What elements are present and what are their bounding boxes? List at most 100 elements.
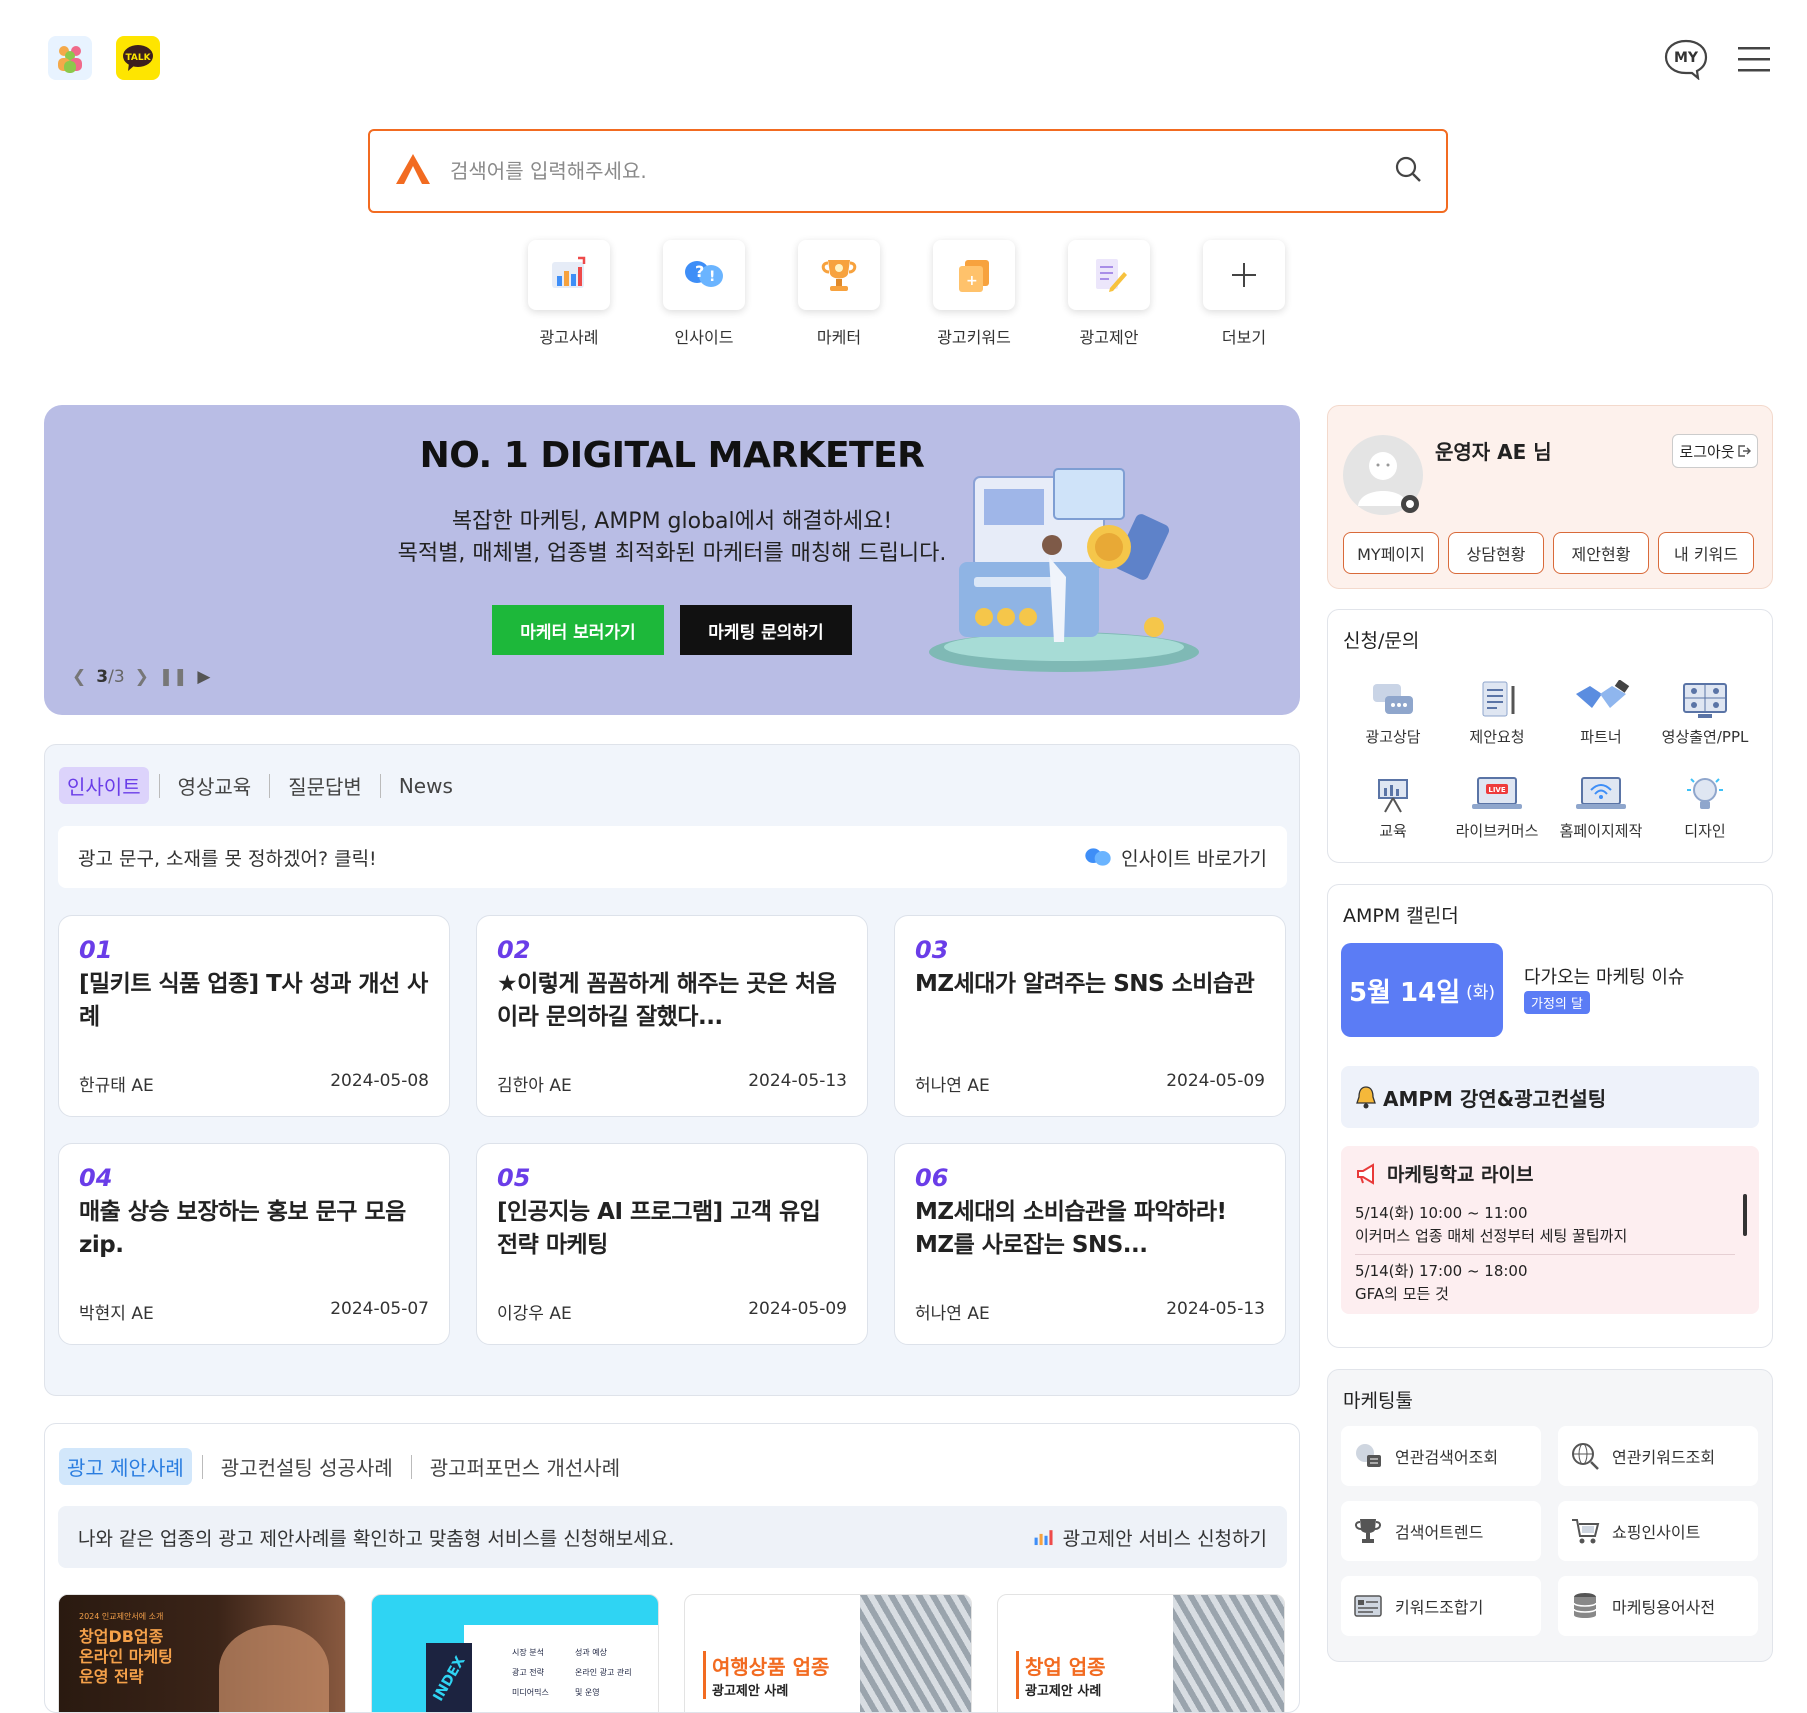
tool-label: 연관검색어조회	[1395, 1448, 1499, 1467]
quick-label: 광고사례	[539, 328, 599, 347]
apply-item-design[interactable]: 디자인	[1655, 774, 1755, 841]
apply-item-video-ppl[interactable]: 영상출연/PPL	[1655, 680, 1755, 747]
chevron-right-icon[interactable]: ❯	[135, 667, 149, 687]
tool-shopping-insight[interactable]: 쇼핑인사이트	[1558, 1501, 1758, 1561]
insight-card[interactable]: 01 [밀키트 식품 업종] T사 성과 개선 사례 한규태 AE 2024-05…	[58, 915, 450, 1117]
index-item: 성과 예상	[575, 1648, 607, 1657]
index-item: 미디어믹스	[512, 1688, 549, 1697]
quick-item-ad-cases[interactable]: 광고사례	[528, 240, 610, 348]
insight-card[interactable]: 02 ★이렇게 꼼꼼하게 해주는 곳은 처음이라 문의하길 잘했다... 김한아…	[476, 915, 868, 1117]
insight-card[interactable]: 06 MZ세대의 소비습관을 파악하라! MZ를 사로잡는 SNS... 허나연…	[894, 1143, 1286, 1345]
header-left-icons: TALK	[48, 36, 160, 80]
tool-search-trend[interactable]: 검색어트렌드	[1341, 1501, 1541, 1561]
people-icon[interactable]	[48, 36, 92, 80]
lightbulb-icon	[1687, 778, 1723, 809]
insight-card[interactable]: 03 MZ세대가 알려주는 SNS 소비습관 허나연 AE 2024-05-09	[894, 915, 1286, 1117]
tab-news[interactable]: News	[391, 770, 461, 802]
thumb-title-line: 온라인 마케팅	[79, 1647, 173, 1666]
kakaotalk-icon[interactable]: TALK	[116, 36, 160, 80]
proposal-tabs: 광고 제안사례 광고컨설팅 성공사례 광고퍼포먼스 개선사례	[59, 1448, 628, 1485]
proposal-apply-link[interactable]: 광고제안 서비스 신청하기	[1029, 1524, 1267, 1551]
apply-item-education[interactable]: 교육	[1343, 774, 1443, 841]
tab-divider	[410, 1454, 412, 1479]
card-date: 2024-05-13	[1166, 1299, 1265, 1319]
apply-item-homepage[interactable]: 홈페이지제작	[1551, 774, 1651, 841]
tab-consulting-success[interactable]: 광고컨설팅 성공사례	[213, 1448, 401, 1485]
lecture-banner[interactable]: AMPM 강연&광고컨설팅	[1341, 1066, 1759, 1128]
tab-divider	[269, 773, 271, 798]
tab-qna[interactable]: 질문답변	[280, 767, 370, 804]
quick-item-more[interactable]: 더보기	[1203, 240, 1285, 348]
live-laptop-icon: LIVE	[1472, 777, 1522, 809]
apply-item-partner[interactable]: 파트너	[1551, 680, 1651, 747]
insight-info-bar: 광고 문구, 소재를 못 정하겠어? 클릭! 인사이트 바로가기	[58, 826, 1287, 888]
card-number: 04	[79, 1164, 113, 1192]
banner-title: NO. 1 DIGITAL MARKETER	[419, 435, 925, 476]
thumb-small-text: 2024 인교제안서에 소개	[79, 1612, 164, 1621]
insight-shortcut-link[interactable]: 인사이트 바로가기	[1083, 844, 1267, 871]
card-date: 2024-05-13	[748, 1071, 847, 1091]
issue-badge[interactable]: 가정의 달	[1524, 991, 1590, 1014]
tool-related-keyword[interactable]: 연관키워드조회	[1558, 1426, 1758, 1486]
tool-label: 쇼핑인사이트	[1612, 1523, 1701, 1542]
quick-item-ad-proposal[interactable]: 광고제안	[1068, 240, 1150, 348]
avatar[interactable]	[1342, 434, 1424, 520]
profile-name: 운영자 AE 님	[1435, 440, 1552, 464]
proposal-thumbnail[interactable]: 2024 인교제안서에 소개 창업DB업종 온라인 마케팅 운영 전략	[58, 1594, 346, 1712]
tab-video-edu[interactable]: 영상교육	[170, 767, 260, 804]
live-school-box: 마케팅학교 라이브 5/14(화) 10:00 ~ 11:00 이커머스 업종 …	[1341, 1146, 1759, 1314]
proposal-info-text: 나와 같은 업종의 광고 제안사례를 확인하고 맞춤형 서비스를 신청해보세요.	[78, 1527, 675, 1550]
event-desc: GFA의 모든 것	[1355, 1285, 1449, 1303]
apply-item-live-commerce[interactable]: LIVE 라이브커머스	[1447, 774, 1547, 841]
tab-insight[interactable]: 인사이트	[59, 767, 149, 804]
insight-shortcut-label: 인사이트 바로가기	[1121, 847, 1267, 870]
logout-button[interactable]: 로그아웃	[1672, 434, 1758, 468]
marketer-view-button[interactable]: 마케터 보러가기	[492, 605, 664, 655]
proposal-thumbnail[interactable]: 여행상품 업종 광고제안 사례	[684, 1594, 972, 1712]
quick-label: 마케터	[816, 328, 862, 347]
globe-search-icon	[1572, 1443, 1599, 1470]
live-event[interactable]: 5/14(화) 10:00 ~ 11:00 이커머스 업종 매체 선정부터 세팅…	[1355, 1202, 1735, 1255]
tab-performance-improvement[interactable]: 광고퍼포먼스 개선사례	[422, 1448, 628, 1485]
marketing-tools-panel: 마케팅툴 연관검색어조회 연관키워드조회 검색어트렌드 쇼핑인사이트 키워드조합…	[1327, 1369, 1773, 1662]
tool-keyword-combiner[interactable]: 키워드조합기	[1341, 1576, 1541, 1636]
search-icon[interactable]	[1394, 155, 1422, 187]
live-event[interactable]: 5/14(화) 17:00 ~ 18:00 GFA의 모든 것	[1355, 1260, 1735, 1304]
proposal-thumbnail[interactable]: 창업 업종 광고제안 사례	[997, 1594, 1285, 1712]
plus-icon	[1203, 240, 1285, 310]
play-icon[interactable]: ▶	[197, 667, 210, 687]
quick-item-ad-keyword[interactable]: + 광고키워드	[933, 240, 1015, 348]
insight-info-text: 광고 문구, 소재를 못 정하겠어? 클릭!	[78, 847, 377, 870]
apply-item-ad-consult[interactable]: 광고상담	[1343, 680, 1443, 747]
my-keyword-button[interactable]: 내 키워드	[1658, 532, 1754, 574]
search-bar[interactable]	[368, 129, 1448, 213]
scrollbar[interactable]	[1743, 1194, 1747, 1236]
insight-tabs: 인사이트 영상교육 질문답변 News	[59, 767, 461, 804]
tab-ad-proposal-cases[interactable]: 광고 제안사례	[59, 1448, 192, 1485]
quick-label: 광고키워드	[937, 328, 1011, 347]
thumb-title: 여행상품 업종	[712, 1655, 830, 1679]
chevron-left-icon[interactable]: ❮	[72, 667, 86, 687]
proposal-thumbnail[interactable]: INDEX 시장 분석 광고 전략 미디어믹스 성과 예상 온라인 광고 관리 …	[371, 1594, 659, 1712]
marketing-inquiry-button[interactable]: 마케팅 문의하기	[680, 605, 852, 655]
pause-icon[interactable]: ❚❚	[159, 667, 188, 687]
hamburger-menu-icon[interactable]	[1737, 45, 1771, 77]
apply-label: 제안요청	[1469, 728, 1525, 746]
apply-item-proposal-request[interactable]: 제안요청	[1447, 680, 1547, 747]
live-school-title: 마케팅학교 라이브	[1387, 1164, 1534, 1186]
card-number: 03	[915, 936, 949, 964]
quick-item-inside[interactable]: ? ! 인사이드	[663, 240, 745, 348]
consult-status-button[interactable]: 상담현황	[1448, 532, 1544, 574]
search-input[interactable]	[450, 159, 1394, 183]
insight-card[interactable]: 05 [인공지능 AI 프로그램] 고객 유입 전략 마케팅 이강우 AE 202…	[476, 1143, 868, 1345]
calendar-date-box[interactable]: 5월 14일 (화)	[1341, 943, 1503, 1037]
insight-card[interactable]: 04 매출 상승 보장하는 홍보 문구 모음 zip. 박현지 AE 2024-0…	[58, 1143, 450, 1345]
my-icon[interactable]: MY	[1663, 38, 1709, 84]
event-time: 5/14(화) 10:00 ~ 11:00	[1355, 1204, 1528, 1222]
calendar-date: 5월 14일	[1348, 977, 1461, 1008]
proposal-status-button[interactable]: 제안현황	[1553, 532, 1649, 574]
quick-item-marketer[interactable]: 마케터	[798, 240, 880, 348]
tool-marketing-dictionary[interactable]: 마케팅용어사전	[1558, 1576, 1758, 1636]
tool-related-search[interactable]: 연관검색어조회	[1341, 1426, 1541, 1486]
my-page-button[interactable]: MY페이지	[1343, 532, 1439, 574]
